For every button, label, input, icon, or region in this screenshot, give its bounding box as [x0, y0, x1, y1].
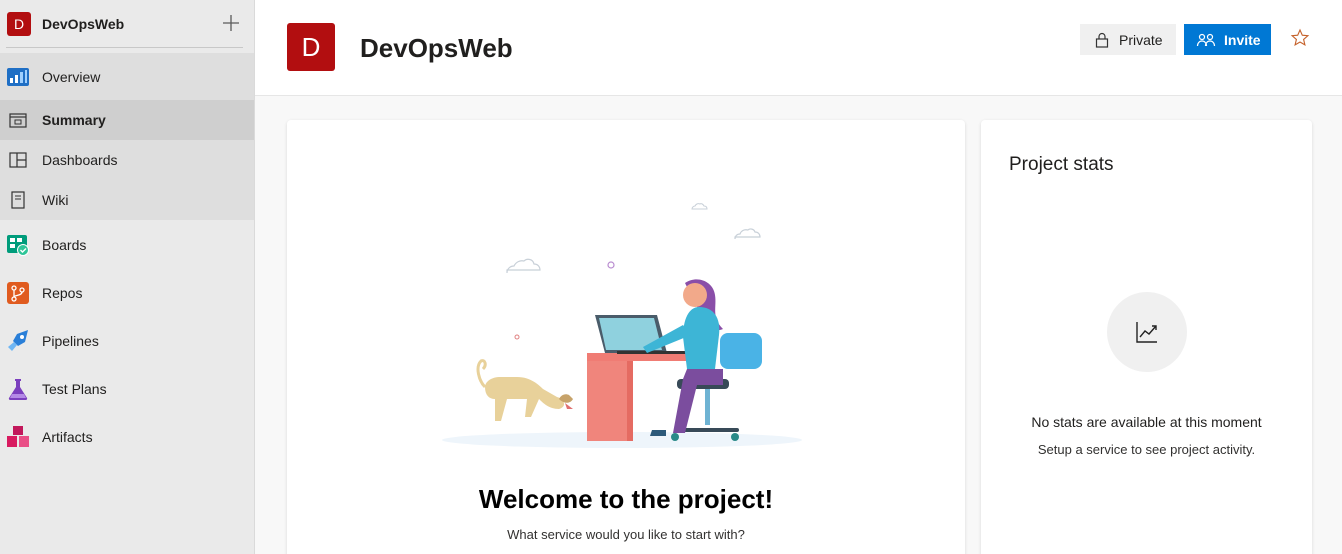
divider	[6, 47, 243, 48]
sidebar-item-boards[interactable]: Boards	[0, 225, 254, 265]
people-icon	[1196, 33, 1216, 46]
sidebar-item-label: Pipelines	[42, 333, 99, 349]
sidebar-item-label: Boards	[42, 237, 87, 253]
trend-chart-icon	[1136, 322, 1157, 343]
summary-icon	[9, 113, 27, 128]
test-plans-icon	[8, 379, 28, 400]
stats-empty-title: No stats are available at this moment	[1031, 414, 1262, 430]
sidebar-item-label: Test Plans	[42, 381, 107, 397]
welcome-subtitle: What service would you like to start wit…	[507, 527, 745, 542]
sidebar-item-label: Dashboards	[42, 152, 118, 168]
welcome-illustration	[442, 203, 802, 448]
page-title: DevOpsWeb	[360, 33, 513, 63]
sidebar-item-label: Artifacts	[42, 429, 93, 445]
sidebar-item-wiki[interactable]: Wiki	[0, 180, 254, 220]
sidebar-item-pipelines[interactable]: Pipelines	[0, 321, 254, 361]
project-avatar-large: D	[287, 23, 335, 71]
project-stats-card: Project stats No stats are available at …	[981, 120, 1312, 554]
invite-label: Invite	[1224, 31, 1261, 48]
artifacts-icon	[7, 426, 29, 447]
private-label: Private	[1119, 31, 1163, 48]
project-avatar: D	[7, 12, 31, 36]
repos-icon	[7, 282, 29, 304]
favorite-star-icon[interactable]	[1290, 28, 1310, 48]
project-switcher[interactable]: D DevOpsWeb	[0, 0, 255, 48]
sidebar-item-test-plans[interactable]: Test Plans	[0, 369, 254, 409]
overview-icon	[7, 68, 29, 86]
boards-icon	[7, 235, 29, 256]
pipelines-icon	[8, 330, 28, 351]
stats-title: Project stats	[1009, 154, 1114, 175]
sidebar-item-label: Summary	[42, 112, 106, 128]
sidebar-item-artifacts[interactable]: Artifacts	[0, 417, 254, 457]
private-button[interactable]: Private	[1080, 24, 1176, 55]
add-icon[interactable]	[221, 13, 241, 33]
sidebar-item-repos[interactable]: Repos	[0, 273, 254, 313]
sidebar-item-label: Wiki	[42, 192, 69, 208]
sidebar: D DevOpsWeb Overview Summary Dashboards …	[0, 0, 255, 554]
sidebar-item-summary[interactable]: Summary	[0, 100, 254, 140]
project-header: D DevOpsWeb Private Invite	[255, 0, 1342, 96]
sidebar-item-label: Overview	[42, 69, 101, 85]
lock-icon	[1095, 32, 1109, 48]
invite-button[interactable]: Invite	[1184, 24, 1271, 55]
sidebar-item-label: Repos	[42, 285, 83, 301]
project-name: DevOpsWeb	[42, 16, 125, 32]
stats-empty-subtitle: Setup a service to see project activity.	[1037, 442, 1256, 457]
welcome-title: Welcome to the project!	[478, 484, 774, 514]
sidebar-item-dashboards[interactable]: Dashboards	[0, 140, 254, 180]
welcome-card: Welcome to the project! What service wou…	[287, 120, 965, 554]
wiki-icon	[11, 191, 25, 209]
sidebar-item-overview[interactable]: Overview	[0, 57, 254, 97]
dashboards-icon	[9, 152, 27, 168]
stats-placeholder	[1107, 292, 1187, 372]
